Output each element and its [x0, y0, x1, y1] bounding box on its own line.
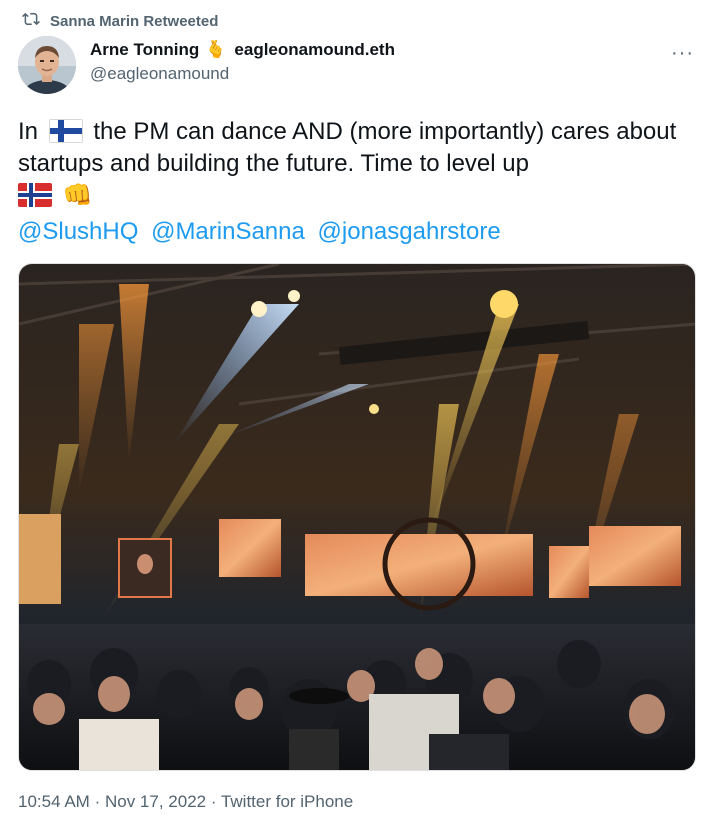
retweet-label: Sanna Marin Retweeted	[50, 12, 219, 30]
mention-link[interactable]: @MarinSanna	[151, 218, 305, 245]
tweet-text-part1: In	[18, 118, 39, 145]
mentions-line: @SlushHQ @MarinSanna @jonasgahrstore	[18, 216, 698, 248]
mention-link[interactable]: @SlushHQ	[18, 218, 138, 245]
tweet-body: In the PM can dance AND (more importantl…	[18, 116, 698, 248]
tweet-photo[interactable]	[18, 263, 696, 771]
hand-emoji-icon: 🫰	[205, 40, 227, 59]
tweet-client[interactable]: Twitter for iPhone	[221, 792, 353, 811]
more-options-icon[interactable]: ···	[671, 42, 694, 65]
retweet-icon	[22, 10, 40, 32]
author-block[interactable]: Arne Tonning 🫰 eagleonamound.eth @eagleo…	[90, 40, 395, 84]
finland-flag-icon	[48, 119, 83, 143]
retweet-indicator[interactable]: Sanna Marin Retweeted	[22, 10, 218, 32]
mention-link[interactable]: @jonasgahrstore	[318, 218, 501, 245]
meta-separator: ·	[94, 792, 101, 811]
avatar[interactable]	[18, 36, 76, 94]
tweet-date[interactable]: Nov 17, 2022	[105, 792, 206, 811]
author-handle[interactable]: @eagleonamound	[90, 64, 395, 84]
norway-flag-icon	[18, 183, 52, 207]
author-name[interactable]: Arne Tonning	[90, 40, 199, 60]
tweet-time[interactable]: 10:54 AM	[18, 792, 90, 811]
meta-separator: ·	[210, 792, 217, 811]
tweet-text-part2: the PM can dance AND (more importantly) …	[18, 118, 677, 177]
tweet-metadata: 10:54 AM · Nov 17, 2022 · Twitter for iP…	[18, 792, 353, 812]
fist-bump-emoji-icon: 👊	[62, 182, 93, 209]
author-ens-name: eagleonamound.eth	[234, 40, 395, 59]
